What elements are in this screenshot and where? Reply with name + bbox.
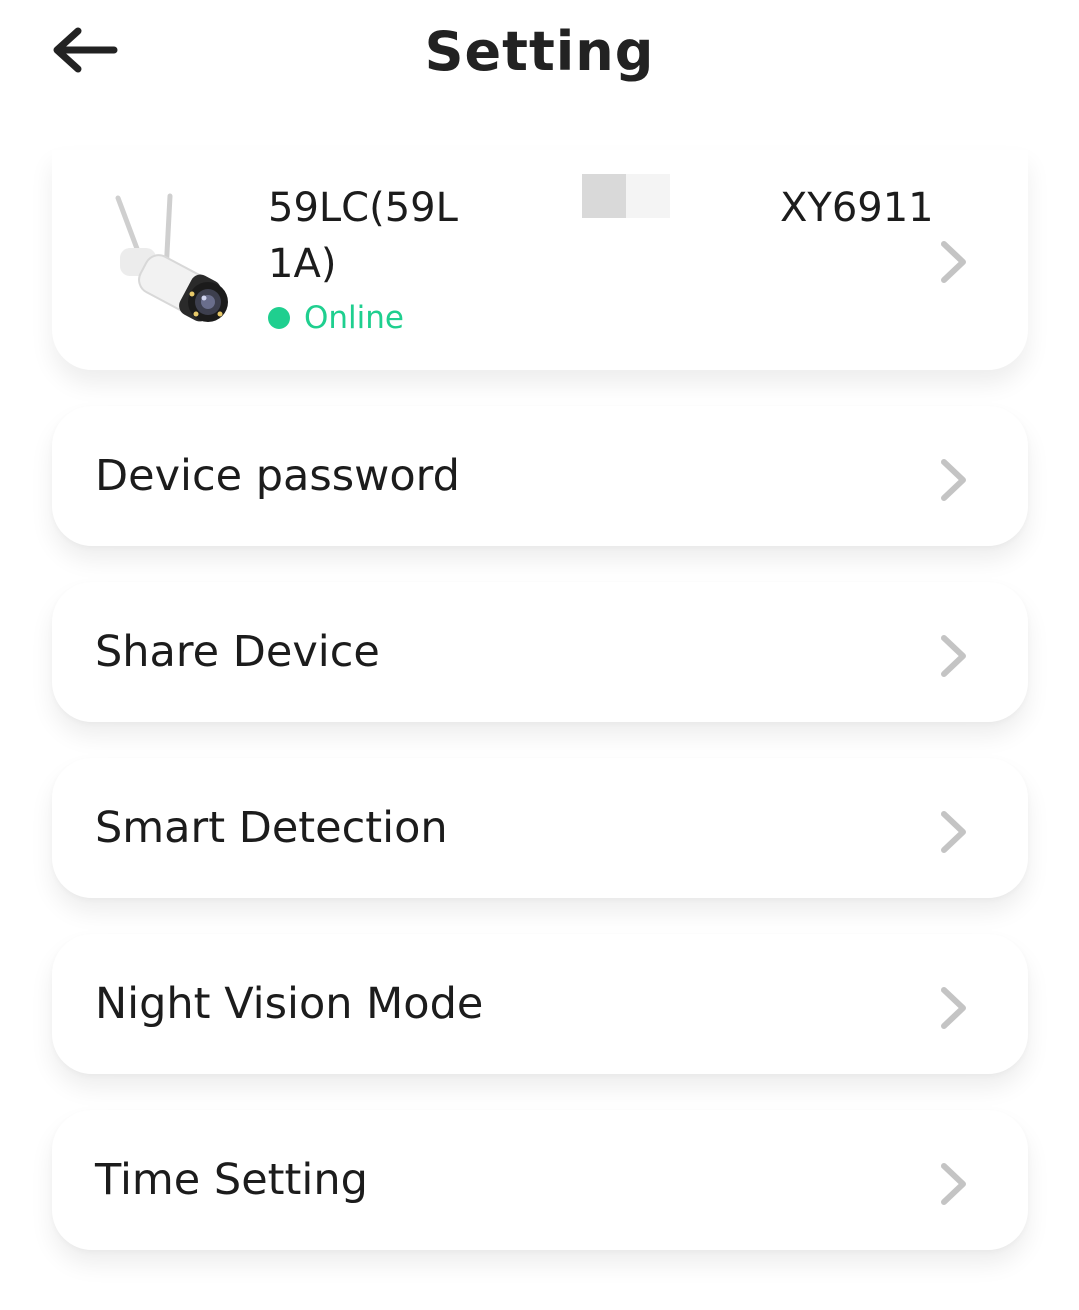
menu-item-label: Smart Detection bbox=[95, 803, 448, 853]
device-status: Online bbox=[268, 300, 404, 336]
redaction-block bbox=[582, 174, 626, 218]
status-text: Online bbox=[304, 300, 404, 336]
device-serial: XY6911 bbox=[780, 185, 934, 231]
menu-item-label: Share Device bbox=[95, 627, 380, 677]
menu-item-time-setting[interactable]: Time Setting bbox=[52, 1110, 1028, 1250]
device-name: 59LC(59L1A) bbox=[268, 185, 458, 287]
header: Setting bbox=[0, 0, 1079, 110]
menu-item-label: Device password bbox=[95, 451, 460, 501]
chevron-right-icon bbox=[941, 811, 966, 853]
menu-item-device-password[interactable]: Device password bbox=[52, 406, 1028, 546]
outdoor-camera-icon bbox=[115, 193, 228, 322]
menu-item-night-vision-mode[interactable]: Night Vision Mode bbox=[52, 934, 1028, 1074]
page-title: Setting bbox=[424, 20, 655, 83]
chevron-right-icon bbox=[941, 635, 966, 677]
menu-item-share-device[interactable]: Share Device bbox=[52, 582, 1028, 722]
redaction-block bbox=[626, 174, 670, 218]
device-card[interactable]: 59LC(59L1A) XY6911 Online bbox=[52, 150, 1028, 370]
chevron-right-icon bbox=[941, 1163, 966, 1205]
status-dot-icon bbox=[268, 307, 290, 329]
menu-item-label: Time Setting bbox=[95, 1155, 368, 1205]
chevron-right-icon bbox=[941, 459, 966, 501]
menu-item-label: Night Vision Mode bbox=[95, 979, 484, 1029]
chevron-right-icon bbox=[941, 241, 966, 283]
chevron-right-icon bbox=[941, 987, 966, 1029]
menu-item-smart-detection[interactable]: Smart Detection bbox=[52, 758, 1028, 898]
